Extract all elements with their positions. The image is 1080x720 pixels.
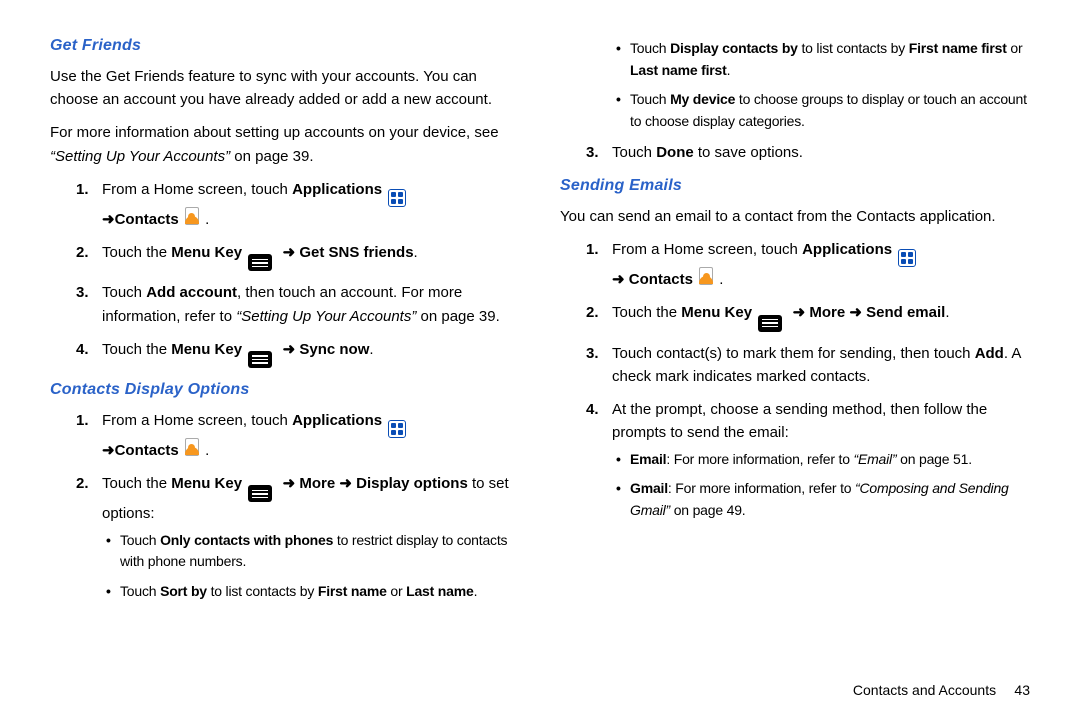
arrow-icon: ➜	[339, 475, 352, 492]
paragraph: For more information about setting up ac…	[50, 121, 520, 168]
heading-contacts-display-options: Contacts Display Options	[50, 378, 520, 403]
page-footer: Contacts and Accounts 43	[853, 680, 1030, 702]
heading-sending-emails: Sending Emails	[560, 174, 1030, 199]
step: Touch the Menu Key ➜ Get SNS friends.	[50, 241, 520, 271]
arrow-icon: ➜	[283, 244, 296, 261]
step: From a Home screen, touch Applications ➜…	[50, 178, 520, 231]
step: Touch Add account, then touch an account…	[50, 281, 520, 328]
page-number: 43	[1000, 680, 1030, 702]
right-column: Touch Display contacts by to list contac…	[540, 34, 1030, 690]
arrow-icon: ➜	[793, 304, 806, 321]
bullet: Touch Display contacts by to list contac…	[612, 38, 1030, 81]
step: At the prompt, choose a sending method, …	[560, 398, 1030, 522]
paragraph: You can send an email to a contact from …	[560, 205, 1030, 228]
sub-bullets: Touch Only contacts with phones to restr…	[102, 530, 520, 603]
steps-sending-emails: From a Home screen, touch Applications ➜…	[560, 238, 1030, 522]
bullet: Touch Only contacts with phones to restr…	[102, 530, 520, 573]
steps-display-options-cont: Touch Done to save options.	[560, 141, 1030, 164]
bullet: Gmail: For more information, refer to “C…	[612, 478, 1030, 521]
applications-icon	[388, 420, 406, 438]
step: Touch Done to save options.	[560, 141, 1030, 164]
menu-key-icon	[248, 485, 272, 502]
paragraph: Use the Get Friends feature to sync with…	[50, 65, 520, 112]
menu-key-icon	[248, 351, 272, 368]
footer-section-label: Contacts and Accounts	[853, 682, 996, 698]
step: Touch the Menu Key ➜ Sync now.	[50, 338, 520, 368]
bullet: Touch My device to choose groups to disp…	[612, 89, 1030, 132]
sub-bullets-continued: Touch Display contacts by to list contac…	[612, 38, 1030, 133]
steps-get-friends: From a Home screen, touch Applications ➜…	[50, 178, 520, 368]
menu-key-icon	[758, 315, 782, 332]
step: Touch the Menu Key ➜ More ➜ Send email.	[560, 301, 1030, 331]
left-column: Get Friends Use the Get Friends feature …	[50, 34, 540, 690]
step: From a Home screen, touch Applications ➜…	[50, 409, 520, 462]
bullet: Email: For more information, refer to “E…	[612, 449, 1030, 471]
step: Touch the Menu Key ➜ More ➜ Display opti…	[50, 472, 520, 603]
applications-icon	[898, 249, 916, 267]
arrow-icon: ➜	[102, 442, 115, 459]
page: Get Friends Use the Get Friends feature …	[0, 0, 1080, 720]
step: Touch contact(s) to mark them for sendin…	[560, 342, 1030, 389]
contacts-icon	[697, 267, 715, 285]
heading-get-friends: Get Friends	[50, 34, 520, 59]
arrow-icon: ➜	[612, 271, 625, 288]
applications-icon	[388, 189, 406, 207]
sub-bullets: Email: For more information, refer to “E…	[612, 449, 1030, 522]
contacts-icon	[183, 438, 201, 456]
step: From a Home screen, touch Applications ➜…	[560, 238, 1030, 291]
arrow-icon: ➜	[849, 304, 862, 321]
arrow-icon: ➜	[283, 341, 296, 358]
steps-display-options: From a Home screen, touch Applications ➜…	[50, 409, 520, 603]
arrow-icon: ➜	[102, 211, 115, 228]
arrow-icon: ➜	[283, 475, 296, 492]
contacts-icon	[183, 207, 201, 225]
bullet: Touch Sort by to list contacts by First …	[102, 581, 520, 603]
menu-key-icon	[248, 254, 272, 271]
